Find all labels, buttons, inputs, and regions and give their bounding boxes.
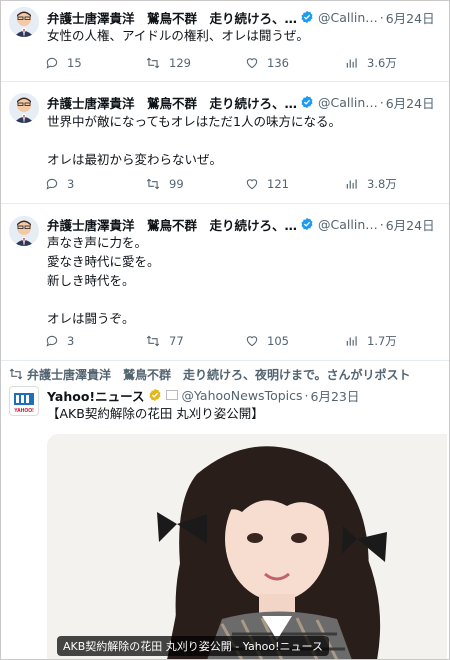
verified-badge-icon xyxy=(301,95,313,109)
tweet-line: 【AKB契約解除の花田 丸刈り姿公開】 xyxy=(47,406,264,421)
tweet-line xyxy=(47,290,441,309)
reply-icon xyxy=(46,57,58,69)
repost-icon xyxy=(146,335,160,347)
yahoo-logo-text: YAHOO! xyxy=(14,408,34,414)
repost-button[interactable]: 77 xyxy=(145,334,245,348)
repost-button[interactable]: 99 xyxy=(145,177,245,191)
repost-icon xyxy=(146,57,160,69)
author-name[interactable]: 弁護士唐澤貴洋 鷲鳥不群 走り続けろ、… xyxy=(47,93,297,112)
views-button[interactable]: 1.7万 xyxy=(345,333,397,349)
like-button[interactable]: 105 xyxy=(245,334,345,348)
separator: · xyxy=(304,387,309,403)
tweet-date[interactable]: 6月24日 xyxy=(386,93,435,112)
reply-icon xyxy=(46,178,58,190)
repost-indicator-icon xyxy=(9,368,23,380)
repost-icon xyxy=(146,178,160,190)
timeline: 弁護士唐澤貴洋 鷲鳥不群 走り続けろ、… @Callin… · 6月24日 女性… xyxy=(0,0,450,660)
tweet-header: 弁護士唐澤貴洋 鷲鳥不群 走り続けろ、… @Callin… · 6月24日 xyxy=(47,214,445,234)
author-handle[interactable]: @Callin… xyxy=(318,95,378,110)
verified-badge-icon xyxy=(301,217,313,231)
author-name[interactable]: 弁護士唐澤貴洋 鷲鳥不群 走り続けろ、… xyxy=(47,8,297,27)
repost-attribution[interactable]: 弁護士唐澤貴洋 鷲鳥不群 走り続けろ、夜明けまで。さんがリポスト xyxy=(27,365,411,383)
views-icon xyxy=(346,58,357,68)
news-card-caption[interactable]: AKB契約解除の花田 丸刈り姿公開 - Yahoo!ニュース xyxy=(57,636,329,656)
tweet-actions: 3 99 121 3.8万 xyxy=(45,174,435,194)
reply-count: 3 xyxy=(67,177,75,191)
like-button[interactable]: 121 xyxy=(245,177,345,191)
tweet-line: 女性の人権、アイドルの権利、オレは闘うぜ。 xyxy=(47,28,309,43)
tweet-header: 弁護士唐澤貴洋 鷲鳥不群 走り続けろ、… @Callin… · 6月24日 xyxy=(47,7,445,27)
tweet-line xyxy=(47,131,441,150)
tweet-line: 世界中が敵になってもオレはただ1人の味方になる。 xyxy=(47,114,341,129)
author-handle[interactable]: @YahooNewsTopics xyxy=(182,388,303,403)
tweet[interactable]: 弁護士唐澤貴洋 鷲鳥不群 走り続けろ、… @Callin… · 6月24日 声な… xyxy=(1,204,449,361)
tweet-actions: 3 77 105 1.7万 xyxy=(45,331,435,351)
like-icon xyxy=(246,58,258,69)
author-name[interactable]: Yahoo!ニュース xyxy=(47,386,145,405)
separator: · xyxy=(379,216,384,232)
like-icon xyxy=(246,179,258,190)
tweet-text: 女性の人権、アイドルの権利、オレは闘うぜ。 xyxy=(47,26,441,45)
tweet[interactable]: 弁護士唐澤貴洋 鷲鳥不群 走り続けろ、… @Callin… · 6月24日 世界… xyxy=(1,82,449,204)
views-icon xyxy=(346,336,357,346)
avatar[interactable] xyxy=(9,216,39,246)
tweet-text: 声なき声に力を。 愛なき時代に愛を。 新しき時代を。 オレは闘うぞ。 xyxy=(47,233,441,328)
like-icon xyxy=(246,336,258,347)
avatar[interactable] xyxy=(9,93,39,123)
yahoo-avatar[interactable]: YAHOO! xyxy=(9,386,39,416)
reply-button[interactable]: 15 xyxy=(45,56,145,70)
view-count: 3.8万 xyxy=(367,177,397,191)
views-icon xyxy=(346,179,357,189)
view-count: 3.6万 xyxy=(367,56,397,70)
tweet-date[interactable]: 6月24日 xyxy=(386,8,435,27)
news-image-card[interactable]: AKB契約解除の花田 丸刈り姿公開 - Yahoo!ニュース xyxy=(47,434,447,659)
tweet-date[interactable]: 6月24日 xyxy=(386,215,435,234)
reply-icon xyxy=(46,335,58,347)
affiliate-badge-icon xyxy=(149,388,160,402)
tweet-date[interactable]: 6月23日 xyxy=(311,386,360,405)
like-count: 121 xyxy=(267,177,289,191)
avatar[interactable] xyxy=(9,7,39,37)
tweet-line: オレは闘うぞ。 xyxy=(47,311,135,326)
tweet-actions: 15 129 136 3.6万 xyxy=(45,53,435,73)
separator: · xyxy=(379,94,384,110)
tweet-text: 世界中が敵になってもオレはただ1人の味方になる。 オレは最初から変わらないぜ。 xyxy=(47,112,441,169)
reply-count: 3 xyxy=(67,334,75,348)
yahoo-mini-logo xyxy=(165,390,178,400)
repost-button[interactable]: 129 xyxy=(145,56,245,70)
like-button[interactable]: 136 xyxy=(245,56,345,70)
view-count: 1.7万 xyxy=(367,334,397,348)
views-button[interactable]: 3.8万 xyxy=(345,176,397,192)
repost-header: Yahoo!ニュース @YahooNewsTopics · 6月23日 xyxy=(47,385,445,405)
views-button[interactable]: 3.6万 xyxy=(345,55,397,71)
like-count: 105 xyxy=(267,334,289,348)
repost-count: 77 xyxy=(169,334,184,348)
reply-button[interactable]: 3 xyxy=(45,177,145,191)
tweet-line: 新しき時代を。 xyxy=(47,273,135,288)
verified-badge-icon xyxy=(301,10,313,24)
author-name[interactable]: 弁護士唐澤貴洋 鷲鳥不群 走り続けろ、… xyxy=(47,215,297,234)
like-count: 136 xyxy=(267,56,289,70)
news-photo xyxy=(47,434,447,659)
tweet[interactable]: 弁護士唐澤貴洋 鷲鳥不群 走り続けろ、… @Callin… · 6月24日 女性… xyxy=(1,1,449,82)
author-handle[interactable]: @Callin… xyxy=(318,217,378,232)
reply-button[interactable]: 3 xyxy=(45,334,145,348)
tweet-line: 愛なき時代に愛を。 xyxy=(47,254,160,269)
tweet-header: 弁護士唐澤貴洋 鷲鳥不群 走り続けろ、… @Callin… · 6月24日 xyxy=(47,92,445,112)
repost-count: 99 xyxy=(169,177,184,191)
reply-count: 15 xyxy=(67,56,82,70)
author-handle[interactable]: @Callin… xyxy=(318,10,378,25)
tweet-line: 声なき声に力を。 xyxy=(47,235,148,250)
repost-count: 129 xyxy=(169,56,191,70)
separator: · xyxy=(379,9,384,25)
tweet-line: オレは最初から変わらないぜ。 xyxy=(47,152,223,167)
tweet-text: 【AKB契約解除の花田 丸刈り姿公開】 xyxy=(47,404,441,423)
